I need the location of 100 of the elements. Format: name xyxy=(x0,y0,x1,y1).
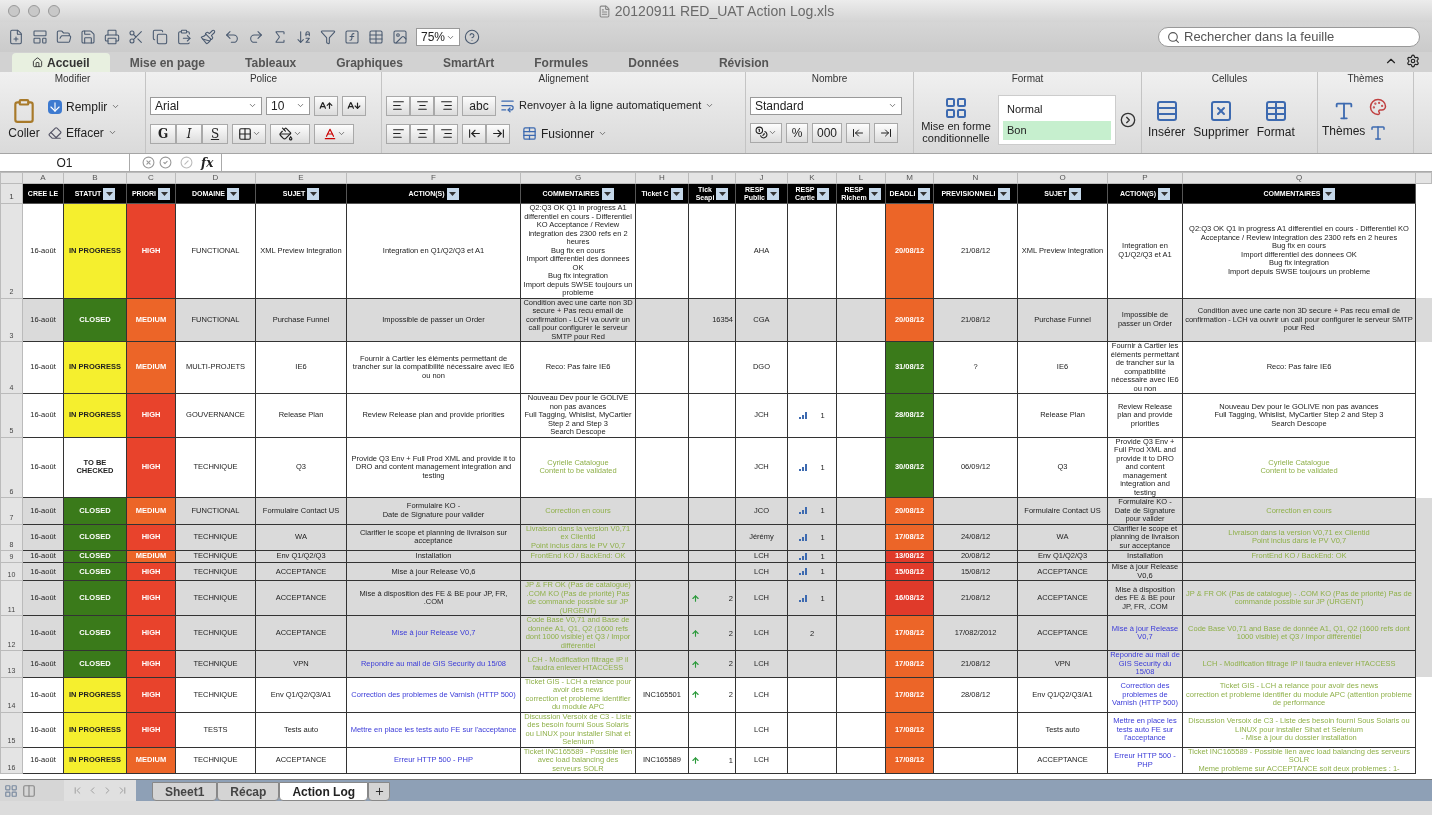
number-format-field[interactable]: Standard xyxy=(750,96,902,115)
filter-button[interactable] xyxy=(767,187,779,200)
filter-button[interactable] xyxy=(227,187,240,200)
more-styles-icon[interactable] xyxy=(1120,111,1136,128)
column-letter[interactable]: P xyxy=(1107,172,1183,184)
filter-icon xyxy=(320,29,336,45)
filter-button[interactable] xyxy=(446,187,459,200)
paste-button[interactable]: Coller xyxy=(4,97,44,142)
align-left-button[interactable] xyxy=(386,123,410,144)
group-title: Thèmes xyxy=(1346,72,1385,86)
enter-icon[interactable] xyxy=(159,156,172,169)
filter-button[interactable] xyxy=(997,187,1010,200)
column-letter[interactable]: N xyxy=(933,172,1018,184)
themes-button[interactable]: Thèmes xyxy=(1322,99,1366,140)
italic-button[interactable]: I xyxy=(176,123,202,144)
caret-icon xyxy=(819,191,827,196)
filter-button[interactable] xyxy=(103,187,116,200)
column-letter[interactable]: A xyxy=(22,172,64,184)
column-letter[interactable]: E xyxy=(255,172,347,184)
orientation-button[interactable]: abc xyxy=(462,95,496,116)
sheet-tab[interactable]: Sheet1 xyxy=(152,782,218,801)
font-color-icon xyxy=(322,126,337,141)
cell-style[interactable]: Bon xyxy=(1003,120,1111,140)
ribbon-tab[interactable]: Mise en page xyxy=(109,53,226,72)
fill-color-button[interactable] xyxy=(270,123,310,144)
decrease-indent-button[interactable] xyxy=(462,123,486,144)
align-center-button[interactable] xyxy=(410,123,434,144)
zoom-field[interactable]: 75% xyxy=(416,28,460,46)
column-letter[interactable]: F xyxy=(346,172,521,184)
filter-button[interactable] xyxy=(670,187,683,200)
filter-button[interactable] xyxy=(158,187,171,200)
delete-button[interactable]: Supprimer xyxy=(1191,98,1251,141)
sheet-tab[interactable]: Action Log xyxy=(279,782,369,801)
ribbon-tab[interactable]: Tableaux xyxy=(225,53,317,72)
ribbon-tab[interactable]: Graphiques xyxy=(316,53,423,72)
column-letter[interactable]: B xyxy=(63,172,127,184)
bold-button[interactable]: G xyxy=(150,123,176,144)
insert-button[interactable]: Insérer xyxy=(1146,98,1188,141)
column-letter[interactable]: O xyxy=(1017,172,1108,184)
filter-button[interactable] xyxy=(1322,187,1335,200)
ribbon-tab[interactable]: Formules xyxy=(514,53,609,72)
percent-button[interactable]: % xyxy=(786,122,808,143)
format-button[interactable]: Format xyxy=(1254,98,1297,141)
ribbon-tab[interactable]: Accueil xyxy=(12,53,110,72)
filter-button[interactable] xyxy=(816,187,829,200)
column-letter[interactable]: G xyxy=(520,172,636,184)
increase-decimal-button[interactable] xyxy=(846,122,870,143)
undo-icon xyxy=(224,29,240,45)
thousands-button[interactable]: 000 xyxy=(812,122,842,143)
wrap-text-button[interactable]: Renvoyer à la ligne automatiquement xyxy=(500,97,715,114)
align-right-button[interactable] xyxy=(434,123,458,144)
filter-button[interactable] xyxy=(307,187,320,200)
function-label[interactable]: fx xyxy=(201,153,214,172)
caret-icon xyxy=(768,128,777,137)
font-color-button[interactable] xyxy=(314,123,354,144)
increase-indent-button[interactable] xyxy=(486,123,510,144)
filter-button[interactable] xyxy=(917,187,930,200)
font-size-field[interactable]: 10 xyxy=(266,96,310,115)
column-letter[interactable]: C xyxy=(126,172,176,184)
currency-button[interactable] xyxy=(750,122,782,143)
cancel-icon[interactable] xyxy=(142,156,155,169)
grow-font-button[interactable] xyxy=(314,95,338,116)
underline-button[interactable]: S xyxy=(202,123,228,144)
column-letter[interactable]: H xyxy=(635,172,689,184)
column-letter[interactable]: J xyxy=(735,172,788,184)
column-letter[interactable]: M xyxy=(885,172,934,184)
shrink-font-button[interactable] xyxy=(342,95,366,116)
caret-icon xyxy=(718,191,726,196)
align-bottom-button[interactable] xyxy=(434,95,458,116)
column-letter[interactable]: K xyxy=(787,172,837,184)
column-letter[interactable]: I xyxy=(688,172,736,184)
filter-button[interactable] xyxy=(1158,187,1171,200)
filter-button[interactable] xyxy=(601,187,614,200)
sigma-icon xyxy=(272,29,288,45)
filter-button[interactable] xyxy=(716,187,729,200)
borders-button[interactable] xyxy=(232,123,266,144)
filter-button[interactable] xyxy=(868,187,881,200)
clear-button[interactable]: Effacer xyxy=(48,123,121,142)
column-letter[interactable]: Q xyxy=(1182,172,1416,184)
fonts-icon[interactable] xyxy=(1369,123,1388,142)
ribbon-tab[interactable]: Révision xyxy=(698,53,789,72)
align-middle-button[interactable] xyxy=(410,95,434,116)
colors-icon[interactable] xyxy=(1369,97,1388,116)
add-sheet-button[interactable] xyxy=(368,782,391,801)
settings-icon[interactable] xyxy=(1406,54,1420,68)
column-letter[interactable]: D xyxy=(175,172,256,184)
name-box[interactable]: O1 xyxy=(0,154,130,171)
merge-button[interactable]: Fusionner xyxy=(522,124,608,143)
fill-button[interactable]: Remplir xyxy=(48,97,121,116)
column-letter[interactable]: L xyxy=(836,172,886,184)
filter-button[interactable] xyxy=(1068,187,1081,200)
sheet-tab[interactable]: Récap xyxy=(217,782,280,801)
decrease-decimal-button[interactable] xyxy=(874,122,898,143)
home-icon xyxy=(32,57,43,68)
align-top-button[interactable] xyxy=(386,95,410,116)
caret-icon xyxy=(160,191,168,196)
conditional-format-button[interactable]: Mise en forme conditionnelle xyxy=(918,95,994,144)
font-field[interactable]: Arial xyxy=(150,96,262,115)
ribbon-tab[interactable]: Données xyxy=(608,53,699,72)
ribbon-tab[interactable]: SmartArt xyxy=(422,53,515,72)
